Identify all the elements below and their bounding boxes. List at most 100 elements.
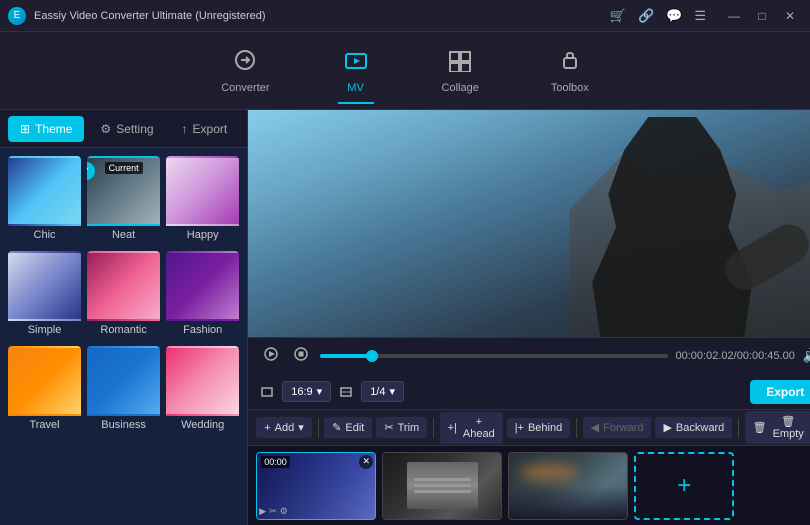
tab-theme[interactable]: ⊞ Theme <box>8 116 84 142</box>
clip-controls-1: ▶ ✂ ⚙ <box>259 506 288 517</box>
setting-tab-label: Setting <box>116 122 153 136</box>
trim-button[interactable]: ✂ Trim <box>376 417 427 438</box>
ratio-select[interactable]: 16:9 ▾ <box>282 381 331 402</box>
app-title: Eassiy Video Converter Ultimate (Unregis… <box>34 10 610 22</box>
theme-item-chic[interactable]: Chic <box>8 156 81 245</box>
empty-button[interactable]: 🗑 🗑 Empty <box>745 411 810 444</box>
theme-label-business: Business <box>101 419 146 435</box>
export-button[interactable]: Export <box>750 380 810 404</box>
quality-select[interactable]: 1/4 ▾ <box>361 381 404 402</box>
volume-icon[interactable]: 🔊 <box>803 347 810 364</box>
video-controls: 00:00:02.02/00:00:45.00 🔊 <box>248 337 810 373</box>
clip-cut-icon[interactable]: ✂ <box>269 506 277 517</box>
collage-icon <box>446 48 474 78</box>
behind-button[interactable]: |+ Behind <box>507 418 571 438</box>
backward-button[interactable]: ▶ Backward <box>655 417 732 438</box>
ahead-button[interactable]: +| + Ahead <box>440 412 503 444</box>
timeline: 00:00 ✕ ▶ ✂ ⚙ <box>248 445 810 525</box>
theme-label-simple: Simple <box>28 324 62 340</box>
minimize-button[interactable]: — <box>722 6 746 26</box>
time-display: 00:00:02.02/00:00:45.00 <box>676 350 795 362</box>
theme-tab-label: Theme <box>35 122 72 136</box>
theme-label-travel: Travel <box>29 419 59 435</box>
timeline-clip-2[interactable] <box>382 452 502 520</box>
toolbox-icon <box>556 48 584 78</box>
theme-grid: Chic ✓ Current Neat Happy Simple <box>0 148 247 525</box>
close-button[interactable]: ✕ <box>778 6 802 26</box>
forward-button[interactable]: ◀ Forward <box>583 417 652 438</box>
mv-icon <box>342 48 370 78</box>
link-icon[interactable]: 🔗 <box>638 8 654 24</box>
theme-tab-icon: ⊞ <box>20 122 30 136</box>
window-controls: — □ ✕ <box>722 6 802 26</box>
theme-item-simple[interactable]: Simple <box>8 251 81 340</box>
nav-converter[interactable]: Converter <box>205 40 285 102</box>
behind-icon: |+ <box>515 422 524 434</box>
stop-button[interactable] <box>290 345 312 366</box>
clip-play-icon[interactable]: ▶ <box>259 506 266 517</box>
nav-toolbox[interactable]: Toolbox <box>535 40 605 102</box>
theme-item-travel[interactable]: Travel <box>8 346 81 435</box>
nav-collage[interactable]: Collage <box>426 40 495 102</box>
setting-tab-icon: ⚙ <box>100 122 111 136</box>
clip-time-1: 00:00 <box>261 456 290 468</box>
theme-thumb-neat: ✓ Current <box>87 156 160 226</box>
main-nav: Converter MV Collage Toolbox <box>0 32 810 110</box>
quality-icon <box>339 385 353 399</box>
progress-fill <box>320 354 372 358</box>
tab-export[interactable]: ↑ Export <box>170 116 240 142</box>
backward-icon: ▶ <box>663 421 671 434</box>
progress-bar[interactable] <box>320 354 667 358</box>
cart-icon[interactable]: 🛒 <box>610 8 626 24</box>
theme-thumb-chic <box>8 156 81 226</box>
add-chevron-icon: ▾ <box>298 421 304 434</box>
video-preview <box>248 110 810 337</box>
selected-check-badge: ✓ <box>87 162 95 180</box>
clip-settings-icon[interactable]: ⚙ <box>280 506 288 517</box>
add-button[interactable]: + Add ▾ <box>256 417 312 438</box>
nav-toolbox-label: Toolbox <box>551 82 589 94</box>
theme-thumb-romantic <box>87 251 160 321</box>
theme-item-happy[interactable]: Happy <box>166 156 239 245</box>
titlebar-icons: 🛒 🔗 💬 ☰ <box>610 8 706 24</box>
add-clip-button[interactable]: + <box>634 452 734 520</box>
titlebar: E Eassiy Video Converter Ultimate (Unreg… <box>0 0 810 32</box>
theme-item-neat[interactable]: ✓ Current Neat <box>87 156 160 245</box>
timeline-clip-1[interactable]: 00:00 ✕ ▶ ✂ ⚙ <box>256 452 376 520</box>
theme-label-romantic: Romantic <box>100 324 146 340</box>
preview-background <box>248 110 810 337</box>
edit-icon: ✎ <box>332 421 341 434</box>
tab-setting[interactable]: ⚙ Setting <box>88 116 165 142</box>
clip-close-1[interactable]: ✕ <box>359 455 373 469</box>
bottom-toolbar: + Add ▾ ✎ Edit ✂ Trim +| + Ahead |+ Behi… <box>248 409 810 445</box>
theme-item-wedding[interactable]: Wedding <box>166 346 239 435</box>
theme-label-wedding: Wedding <box>181 419 224 435</box>
aspect-ratio-icon <box>260 385 274 399</box>
tab-bar: ⊞ Theme ⚙ Setting ↑ Export <box>0 110 247 148</box>
converter-icon <box>231 48 259 78</box>
trim-icon: ✂ <box>384 421 393 434</box>
nav-mv-label: MV <box>347 82 364 94</box>
theme-thumb-fashion <box>166 251 239 321</box>
theme-label-fashion: Fashion <box>183 324 222 340</box>
nav-mv[interactable]: MV <box>326 40 386 102</box>
maximize-button[interactable]: □ <box>750 6 774 26</box>
ahead-icon: +| <box>448 422 457 434</box>
add-clip-plus-icon: + <box>677 472 691 500</box>
nav-converter-label: Converter <box>221 82 269 94</box>
empty-icon: 🗑 <box>753 421 767 434</box>
theme-item-fashion[interactable]: Fashion <box>166 251 239 340</box>
right-panel: 00:00:02.02/00:00:45.00 🔊 16:9 ▾ 1/4 ▾ E… <box>248 110 810 525</box>
add-icon: + <box>264 422 270 434</box>
theme-thumb-simple <box>8 251 81 321</box>
menu-icon[interactable]: ☰ <box>694 8 706 24</box>
chat-icon[interactable]: 💬 <box>666 8 682 24</box>
theme-label-neat: Neat <box>112 229 135 245</box>
theme-item-romantic[interactable]: Romantic <box>87 251 160 340</box>
export-tab-icon: ↑ <box>182 122 188 136</box>
theme-item-business[interactable]: Business <box>87 346 160 435</box>
timeline-clip-3[interactable] <box>508 452 628 520</box>
theme-thumb-business <box>87 346 160 416</box>
play-button[interactable] <box>260 345 282 366</box>
edit-button[interactable]: ✎ Edit <box>324 417 372 438</box>
